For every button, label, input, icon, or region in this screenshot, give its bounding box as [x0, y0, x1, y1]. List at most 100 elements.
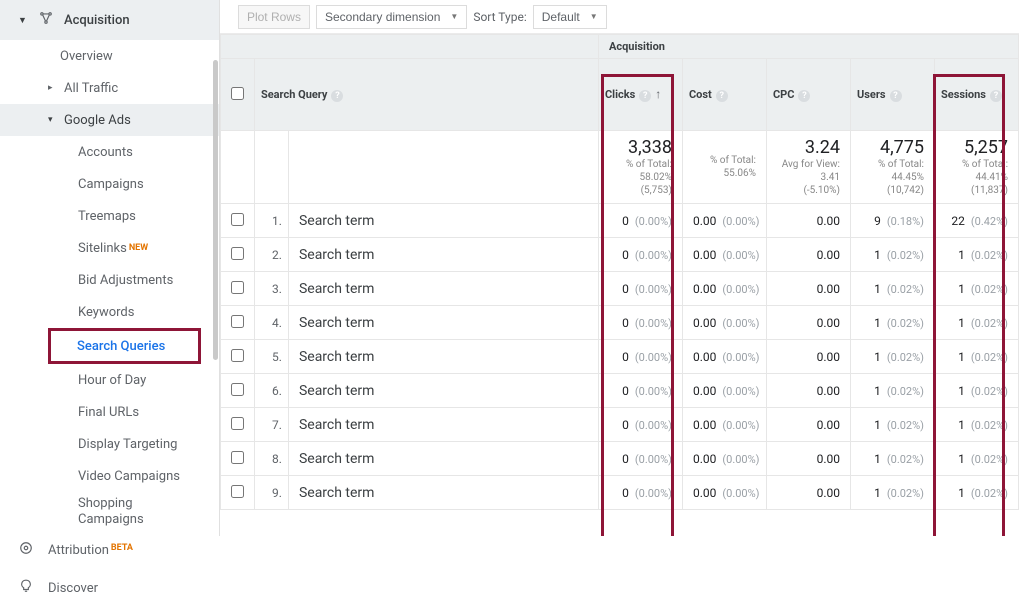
- row-sessions: 1(0.02%): [934, 306, 1018, 340]
- row-users: 1(0.02%): [850, 272, 934, 306]
- row-cost: 0.00(0.00%): [682, 374, 766, 408]
- column-header-sessions[interactable]: Sessions?: [934, 59, 1018, 131]
- plot-rows-button[interactable]: Plot Rows: [238, 5, 310, 29]
- nav-item-display-targeting[interactable]: Display Targeting: [0, 428, 219, 460]
- column-group-acquisition: Acquisition: [598, 35, 1018, 59]
- nav-item-bid-adjustments[interactable]: Bid Adjustments: [0, 264, 219, 296]
- secondary-dimension-dropdown[interactable]: Secondary dimension: [316, 5, 467, 29]
- nav-item-search-queries[interactable]: Search Queries: [51, 331, 198, 361]
- nav-item-accounts[interactable]: Accounts: [0, 136, 219, 168]
- nav-item-keywords[interactable]: Keywords: [0, 296, 219, 328]
- row-users: 1(0.02%): [850, 340, 934, 374]
- row-term[interactable]: Search term: [288, 476, 598, 510]
- help-icon[interactable]: ?: [639, 90, 651, 102]
- annotation-highlight-nav: Search Queries: [48, 328, 201, 364]
- row-cpc: 0.00: [766, 272, 850, 306]
- chevron-down-icon: ▼: [18, 15, 28, 26]
- chevron-down-icon: ▾: [48, 115, 58, 125]
- row-cpc: 0.00: [766, 306, 850, 340]
- summary-cpc: 3.24 Avg for View: 3.41 (-5.10%): [766, 131, 850, 204]
- row-cost: 0.00(0.00%): [682, 204, 766, 238]
- column-header-cost[interactable]: Cost?: [682, 59, 766, 131]
- row-users: 1(0.02%): [850, 408, 934, 442]
- nav-item-all-traffic[interactable]: ▸ All Traffic: [0, 72, 219, 104]
- help-icon[interactable]: ?: [716, 90, 728, 102]
- row-term[interactable]: Search term: [288, 340, 598, 374]
- select-all-checkbox[interactable]: [231, 87, 244, 100]
- main-content: Plot Rows Secondary dimension Sort Type:…: [220, 0, 1019, 536]
- table-row: 4.Search term0(0.00%)0.00(0.00%)0.001(0.…: [220, 306, 1018, 340]
- sort-type-dropdown[interactable]: Default: [533, 5, 607, 29]
- table-row: 1.Search term0(0.00%)0.00(0.00%)0.009(0.…: [220, 204, 1018, 238]
- column-header-users[interactable]: Users?: [850, 59, 934, 131]
- row-sessions: 1(0.02%): [934, 272, 1018, 306]
- row-cost: 0.00(0.00%): [682, 340, 766, 374]
- row-clicks: 0(0.00%): [598, 272, 682, 306]
- nav-item-final-urls[interactable]: Final URLs: [0, 396, 219, 428]
- table-row: 2.Search term0(0.00%)0.00(0.00%)0.001(0.…: [220, 238, 1018, 272]
- column-header-clicks[interactable]: Clicks?↑: [598, 59, 682, 131]
- nav-item-video-campaigns[interactable]: Video Campaigns: [0, 460, 219, 492]
- nav-item-treemaps[interactable]: Treemaps: [0, 200, 219, 232]
- row-term[interactable]: Search term: [288, 204, 598, 238]
- row-checkbox[interactable]: [231, 485, 244, 498]
- help-icon[interactable]: ?: [990, 90, 1002, 102]
- row-checkbox[interactable]: [231, 417, 244, 430]
- row-term[interactable]: Search term: [288, 238, 598, 272]
- nav-item-campaigns[interactable]: Campaigns: [0, 168, 219, 200]
- summary-clicks: 3,338 % of Total: 58.02% (5,753): [598, 131, 682, 204]
- summary-users: 4,775 % of Total: 44.45% (10,742): [850, 131, 934, 204]
- table-row: 9.Search term0(0.00%)0.00(0.00%)0.001(0.…: [220, 476, 1018, 510]
- row-checkbox[interactable]: [231, 281, 244, 294]
- row-sessions: 1(0.02%): [934, 374, 1018, 408]
- row-index: 2.: [254, 238, 288, 272]
- row-cpc: 0.00: [766, 476, 850, 510]
- nav-section-acquisition[interactable]: ▼ Acquisition: [0, 0, 219, 40]
- row-users: 1(0.02%): [850, 442, 934, 476]
- nav-item-discover[interactable]: Discover: [0, 569, 219, 607]
- row-sessions: 22(0.42%): [934, 204, 1018, 238]
- row-term[interactable]: Search term: [288, 306, 598, 340]
- column-header-cpc[interactable]: CPC?: [766, 59, 850, 131]
- sort-arrow-up-icon: ↑: [655, 87, 661, 101]
- nav-item-google-ads[interactable]: ▾ Google Ads: [0, 104, 219, 136]
- row-checkbox[interactable]: [231, 349, 244, 362]
- table-toolbar: Plot Rows Secondary dimension Sort Type:…: [220, 0, 1019, 34]
- table-row: 6.Search term0(0.00%)0.00(0.00%)0.001(0.…: [220, 374, 1018, 408]
- summary-row: 3,338 % of Total: 58.02% (5,753) % of To…: [220, 131, 1018, 204]
- row-checkbox[interactable]: [231, 213, 244, 226]
- row-cost: 0.00(0.00%): [682, 476, 766, 510]
- nav-item-sitelinks[interactable]: SitelinksNEW: [0, 232, 219, 264]
- row-cost: 0.00(0.00%): [682, 272, 766, 306]
- summary-sessions: 5,257 % of Total: 44.41% (11,837): [934, 131, 1018, 204]
- row-checkbox[interactable]: [231, 451, 244, 464]
- row-term[interactable]: Search term: [288, 408, 598, 442]
- acquisition-icon: [38, 11, 54, 29]
- table-row: 7.Search term0(0.00%)0.00(0.00%)0.001(0.…: [220, 408, 1018, 442]
- row-checkbox[interactable]: [231, 247, 244, 260]
- row-clicks: 0(0.00%): [598, 408, 682, 442]
- nav-item-shopping-campaigns[interactable]: ShoppingCampaigns: [0, 492, 219, 531]
- row-sessions: 1(0.02%): [934, 476, 1018, 510]
- row-checkbox[interactable]: [231, 315, 244, 328]
- nav-item-hour-of-day[interactable]: Hour of Day: [0, 364, 219, 396]
- nav-item-overview[interactable]: Overview: [0, 40, 219, 72]
- table-row: 3.Search term0(0.00%)0.00(0.00%)0.001(0.…: [220, 272, 1018, 306]
- help-icon[interactable]: ?: [798, 90, 810, 102]
- row-term[interactable]: Search term: [288, 442, 598, 476]
- row-checkbox[interactable]: [231, 383, 244, 396]
- nav-section-label: Acquisition: [64, 13, 130, 28]
- row-users: 1(0.02%): [850, 238, 934, 272]
- row-index: 3.: [254, 272, 288, 306]
- scrollbar[interactable]: [213, 60, 218, 360]
- sort-type-label: Sort Type:: [473, 10, 526, 24]
- column-header-search-query[interactable]: Search Query?: [254, 59, 598, 131]
- row-cost: 0.00(0.00%): [682, 238, 766, 272]
- table-row: 5.Search term0(0.00%)0.00(0.00%)0.001(0.…: [220, 340, 1018, 374]
- nav-item-attribution[interactable]: AttributionBETA: [0, 531, 219, 569]
- row-cpc: 0.00: [766, 204, 850, 238]
- row-term[interactable]: Search term: [288, 272, 598, 306]
- help-icon[interactable]: ?: [890, 90, 902, 102]
- help-icon[interactable]: ?: [331, 90, 343, 102]
- row-term[interactable]: Search term: [288, 374, 598, 408]
